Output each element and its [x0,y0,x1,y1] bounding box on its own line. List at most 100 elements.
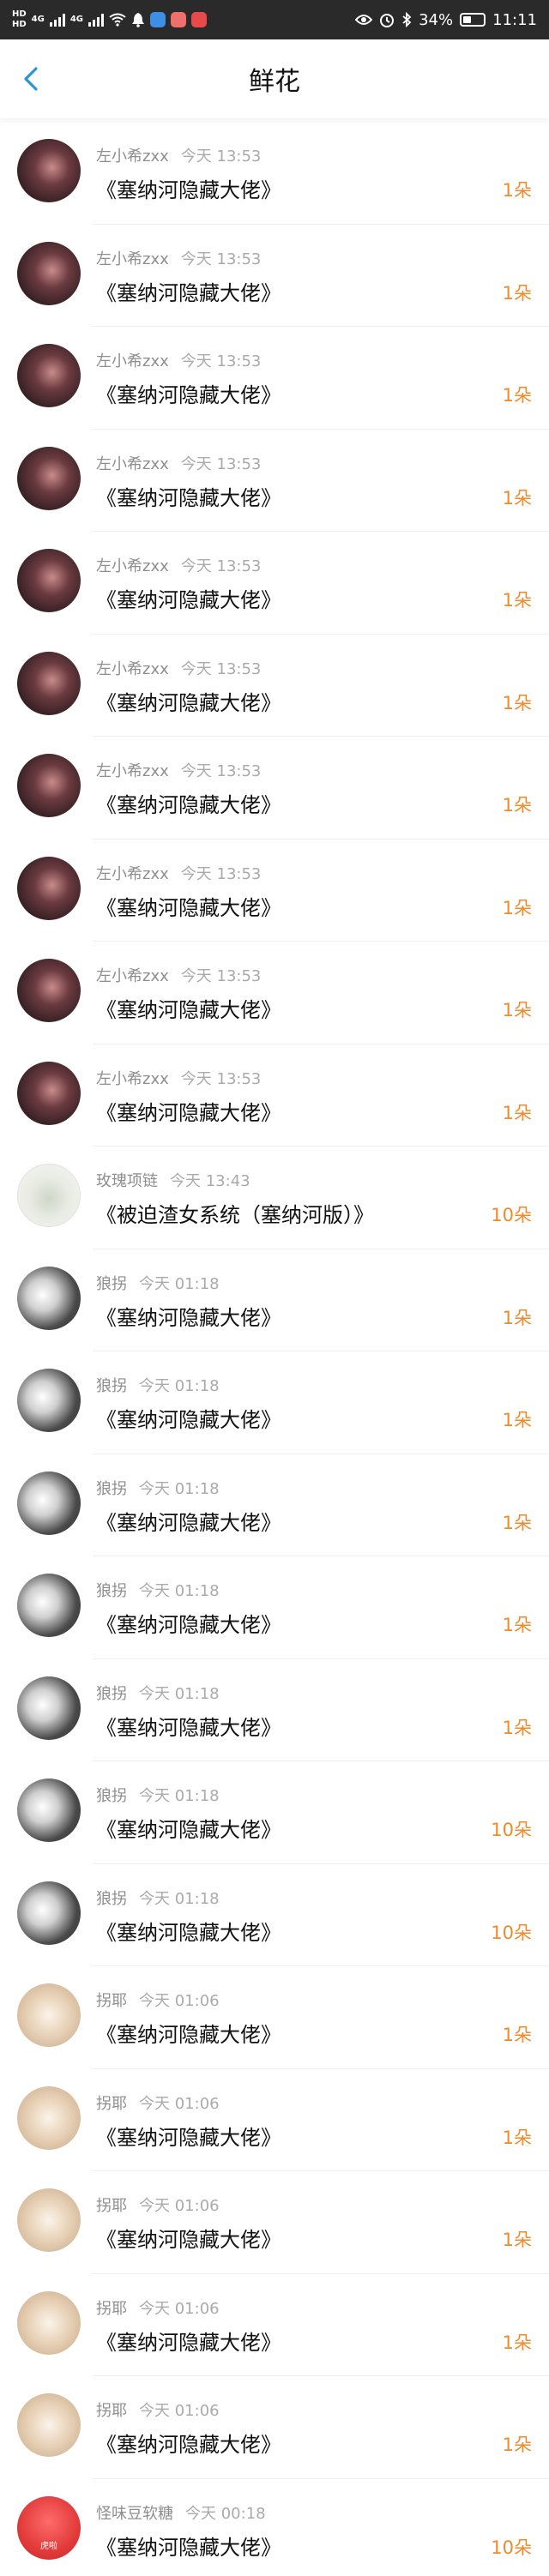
user-name[interactable]: 左小希zxx [96,660,169,678]
user-name[interactable]: 狼拐 [96,1787,127,1805]
avatar[interactable]: 虎啦 [17,2495,81,2560]
book-title[interactable]: 《塞纳河隐藏大佬》 [96,173,281,203]
book-title[interactable]: 《塞纳河隐藏大佬》 [96,993,281,1023]
avatar[interactable] [17,2188,81,2252]
avatar[interactable] [17,549,81,612]
avatar[interactable] [17,2393,81,2457]
avatar[interactable] [17,1881,81,1945]
book-title[interactable]: 《塞纳河隐藏大佬》 [96,1506,281,1536]
list-item[interactable]: 狼拐 今天 01:18 《塞纳河隐藏大佬》 1朵 [0,1351,549,1454]
avatar[interactable] [17,754,81,817]
list-item[interactable]: 左小希zxx 今天 13:53 《塞纳河隐藏大佬》 1朵 [0,635,549,737]
list-item[interactable]: 拐耶 今天 01:06 《塞纳河隐藏大佬》 1朵 [0,2171,549,2274]
avatar[interactable] [17,1983,81,2047]
user-name[interactable]: 怪味豆软糖 [96,2505,173,2523]
back-arrow-icon[interactable] [17,62,48,96]
book-title[interactable]: 《塞纳河隐藏大佬》 [96,1813,281,1843]
avatar[interactable] [17,1164,81,1227]
user-name[interactable]: 玫瑰项链 [96,1172,158,1190]
list-item[interactable]: 玫瑰项链 今天 13:43 《被迫渣女系统（塞纳河版）》 10朵 [0,1147,549,1249]
book-title[interactable]: 《塞纳河隐藏大佬》 [96,1301,281,1331]
user-name[interactable]: 左小希zxx [96,455,169,473]
list-item[interactable]: 拐耶 今天 01:06 《塞纳河隐藏大佬》 1朵 [0,2376,549,2479]
avatar[interactable] [17,856,81,920]
book-title[interactable]: 《塞纳河隐藏大佬》 [96,1403,281,1433]
avatar[interactable] [17,344,81,407]
avatar[interactable] [17,1471,81,1535]
avatar[interactable] [17,959,81,1022]
list-item[interactable]: 拐耶 今天 01:06 《塞纳河隐藏大佬》 1朵 [0,2069,549,2171]
list-item[interactable]: 狼拐 今天 01:18 《塞纳河隐藏大佬》 10朵 [0,1864,549,1966]
user-name[interactable]: 左小希zxx [96,147,169,166]
list-item[interactable]: 左小希zxx 今天 13:53 《塞纳河隐藏大佬》 1朵 [0,225,549,327]
list-item[interactable]: 狼拐 今天 01:18 《塞纳河隐藏大佬》 1朵 [0,1249,549,1351]
book-title[interactable]: 《塞纳河隐藏大佬》 [96,481,281,511]
user-name[interactable]: 左小希zxx [96,557,169,575]
list-item[interactable]: 左小希zxx 今天 13:53 《塞纳河隐藏大佬》 1朵 [0,840,549,942]
book-title[interactable]: 《塞纳河隐藏大佬》 [96,2018,281,2048]
list-item[interactable]: 狼拐 今天 01:18 《塞纳河隐藏大佬》 1朵 [0,1454,549,1556]
user-name[interactable]: 左小希zxx [96,1070,169,1088]
list-item[interactable]: 狼拐 今天 01:18 《塞纳河隐藏大佬》 1朵 [0,1556,549,1659]
book-title[interactable]: 《塞纳河隐藏大佬》 [96,2223,281,2253]
user-name[interactable]: 拐耶 [96,2095,127,2113]
book-title[interactable]: 《塞纳河隐藏大佬》 [96,1096,281,1126]
flower-count: 1朵 [502,1410,532,1430]
user-name[interactable]: 狼拐 [96,1480,127,1498]
user-name[interactable]: 左小希zxx [96,865,169,883]
avatar[interactable] [17,2290,81,2355]
user-name[interactable]: 拐耶 [96,2300,127,2318]
avatar[interactable] [17,1061,81,1125]
user-name[interactable]: 狼拐 [96,1582,127,1600]
book-title[interactable]: 《塞纳河隐藏大佬》 [96,788,281,818]
user-name[interactable]: 狼拐 [96,1275,127,1293]
book-title[interactable]: 《塞纳河隐藏大佬》 [96,276,281,306]
list-item[interactable]: 拐耶 今天 01:06 《塞纳河隐藏大佬》 1朵 [0,2274,549,2376]
avatar[interactable] [17,1574,81,1637]
user-name[interactable]: 狼拐 [96,1377,127,1395]
user-name[interactable]: 左小希zxx [96,352,169,370]
user-name[interactable]: 左小希zxx [96,250,169,268]
book-title[interactable]: 《塞纳河隐藏大佬》 [96,2121,281,2151]
book-title[interactable]: 《被迫渣女系统（塞纳河版）》 [96,1198,374,1228]
timestamp: 今天 13:53 [180,352,262,370]
avatar[interactable] [17,1676,81,1740]
book-title[interactable]: 《塞纳河隐藏大佬》 [96,583,281,613]
avatar[interactable] [17,1266,81,1330]
avatar[interactable] [17,651,81,715]
book-title[interactable]: 《塞纳河隐藏大佬》 [96,1608,281,1638]
list-item[interactable]: 拐耶 今天 01:06 《塞纳河隐藏大佬》 1朵 [0,1966,549,2069]
user-name[interactable]: 拐耶 [96,2402,127,2420]
user-name[interactable]: 左小希zxx [96,762,169,780]
avatar[interactable] [17,139,81,202]
user-name[interactable]: 左小希zxx [96,967,169,985]
user-name[interactable]: 拐耶 [96,2197,127,2215]
book-title[interactable]: 《塞纳河隐藏大佬》 [96,2428,281,2458]
book-title[interactable]: 《塞纳河隐藏大佬》 [96,891,281,921]
avatar[interactable] [17,446,81,510]
list-item[interactable]: 虎啦 怪味豆软糖 今天 00:18 《塞纳河隐藏大佬》 10朵 [0,2479,549,2576]
list-item[interactable]: 左小希zxx 今天 13:53 《塞纳河隐藏大佬》 1朵 [0,327,549,430]
book-title[interactable]: 《塞纳河隐藏大佬》 [96,378,281,408]
network-hd-label-2: HD [12,20,27,29]
book-title[interactable]: 《塞纳河隐藏大佬》 [96,2531,281,2561]
book-title[interactable]: 《塞纳河隐藏大佬》 [96,1916,281,1946]
list-item[interactable]: 左小希zxx 今天 13:53 《塞纳河隐藏大佬》 1朵 [0,737,549,840]
avatar[interactable] [17,1779,81,1842]
list-item[interactable]: 狼拐 今天 01:18 《塞纳河隐藏大佬》 1朵 [0,1659,549,1761]
list-item[interactable]: 左小希zxx 今天 13:53 《塞纳河隐藏大佬》 1朵 [0,430,549,532]
user-name[interactable]: 拐耶 [96,1992,127,2010]
book-title[interactable]: 《塞纳河隐藏大佬》 [96,1711,281,1741]
avatar[interactable] [17,241,81,305]
list-item[interactable]: 左小希zxx 今天 13:53 《塞纳河隐藏大佬》 1朵 [0,942,549,1044]
user-name[interactable]: 狼拐 [96,1890,127,1908]
list-item[interactable]: 狼拐 今天 01:18 《塞纳河隐藏大佬》 10朵 [0,1761,549,1864]
book-title[interactable]: 《塞纳河隐藏大佬》 [96,2326,281,2356]
list-item[interactable]: 左小希zxx 今天 13:53 《塞纳河隐藏大佬》 1朵 [0,532,549,635]
avatar[interactable] [17,1369,81,1432]
list-item[interactable]: 左小希zxx 今天 13:53 《塞纳河隐藏大佬》 1朵 [0,122,549,225]
avatar[interactable] [17,2085,81,2150]
book-title[interactable]: 《塞纳河隐藏大佬》 [96,686,281,716]
user-name[interactable]: 狼拐 [96,1685,127,1703]
list-item[interactable]: 左小希zxx 今天 13:53 《塞纳河隐藏大佬》 1朵 [0,1044,549,1147]
